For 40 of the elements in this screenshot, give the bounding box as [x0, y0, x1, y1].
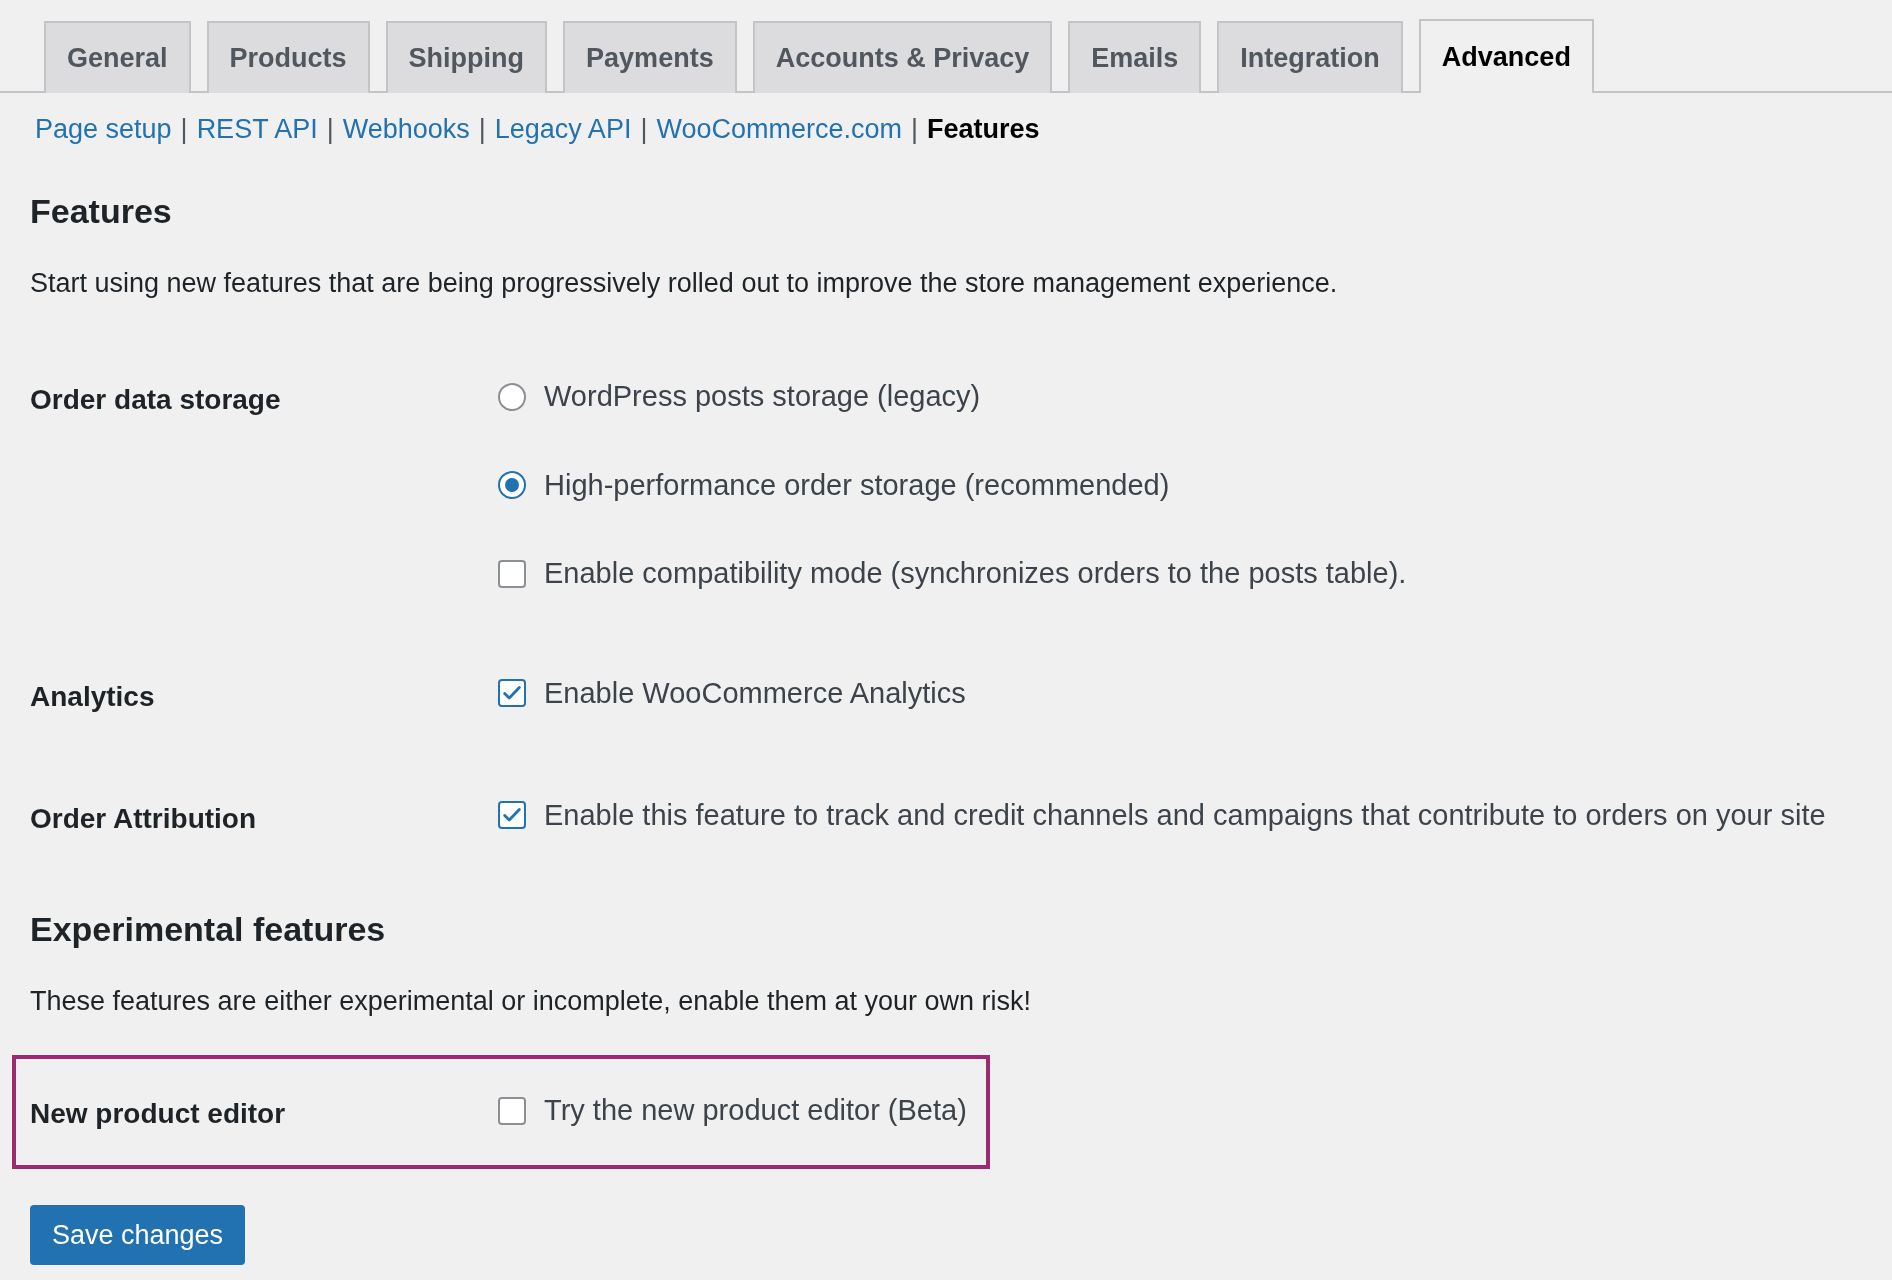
setting-label: Analytics	[30, 679, 156, 714]
section-heading: Experimental features	[30, 908, 387, 950]
save-button[interactable]: Save changes	[30, 1205, 246, 1265]
tab[interactable]: Products	[206, 21, 370, 93]
subnav-link[interactable]: Page setup	[35, 109, 172, 150]
tab[interactable]: Integration	[1217, 21, 1403, 93]
separator: |	[478, 113, 486, 146]
radio-button[interactable]	[498, 382, 526, 411]
subnav-link[interactable]: WooCommerce.com	[656, 109, 902, 150]
checkbox[interactable]	[498, 559, 526, 588]
subnav-link[interactable]: Legacy API	[494, 109, 632, 150]
checkbox[interactable]	[498, 1096, 526, 1125]
option-label: Enable WooCommerce Analytics	[544, 675, 966, 711]
tab[interactable]: Shipping	[385, 21, 548, 93]
subnav-link[interactable]: Webhooks	[342, 109, 470, 150]
separator: |	[911, 113, 918, 146]
checkbox[interactable]	[498, 801, 526, 830]
separator: |	[640, 113, 648, 146]
checkbox[interactable]	[498, 679, 526, 708]
subnav-link[interactable]: REST API	[196, 109, 318, 150]
option-label: WordPress posts storage (legacy)	[544, 379, 981, 414]
setting-label: New product editor	[30, 1097, 287, 1131]
radio-button[interactable]	[498, 471, 526, 500]
option-label: High-performance order storage (recommended)	[544, 467, 1170, 503]
tab[interactable]: General	[44, 21, 191, 93]
option-label: Try the new product editor (Beta)	[544, 1093, 967, 1128]
setting-label: Order data storage	[30, 383, 282, 417]
section-description: Start using new features that are being progressively rolled out to improve the store management experience.	[30, 266, 1339, 300]
tab[interactable]: Emails	[1068, 21, 1202, 93]
separator: |	[180, 113, 188, 146]
separator: |	[326, 113, 334, 146]
option-label: Enable compatibility mode (synchronizes orders to the posts table).	[544, 556, 1407, 591]
section-heading: Features	[30, 190, 173, 232]
setting-label: Order Attribution	[30, 801, 258, 836]
tab[interactable]: Advanced	[1418, 19, 1594, 93]
section-description: These features are either experimental or incomplete, enable them at your own risk!	[30, 984, 1032, 1018]
tab[interactable]: Payments	[563, 21, 737, 93]
tab[interactable]: Accounts & Privacy	[752, 21, 1053, 93]
option-label: Enable this feature to track and credit channels and campaigns that contribute to orders on your site	[544, 797, 1826, 833]
subnav-link[interactable]: Features	[927, 109, 1040, 150]
